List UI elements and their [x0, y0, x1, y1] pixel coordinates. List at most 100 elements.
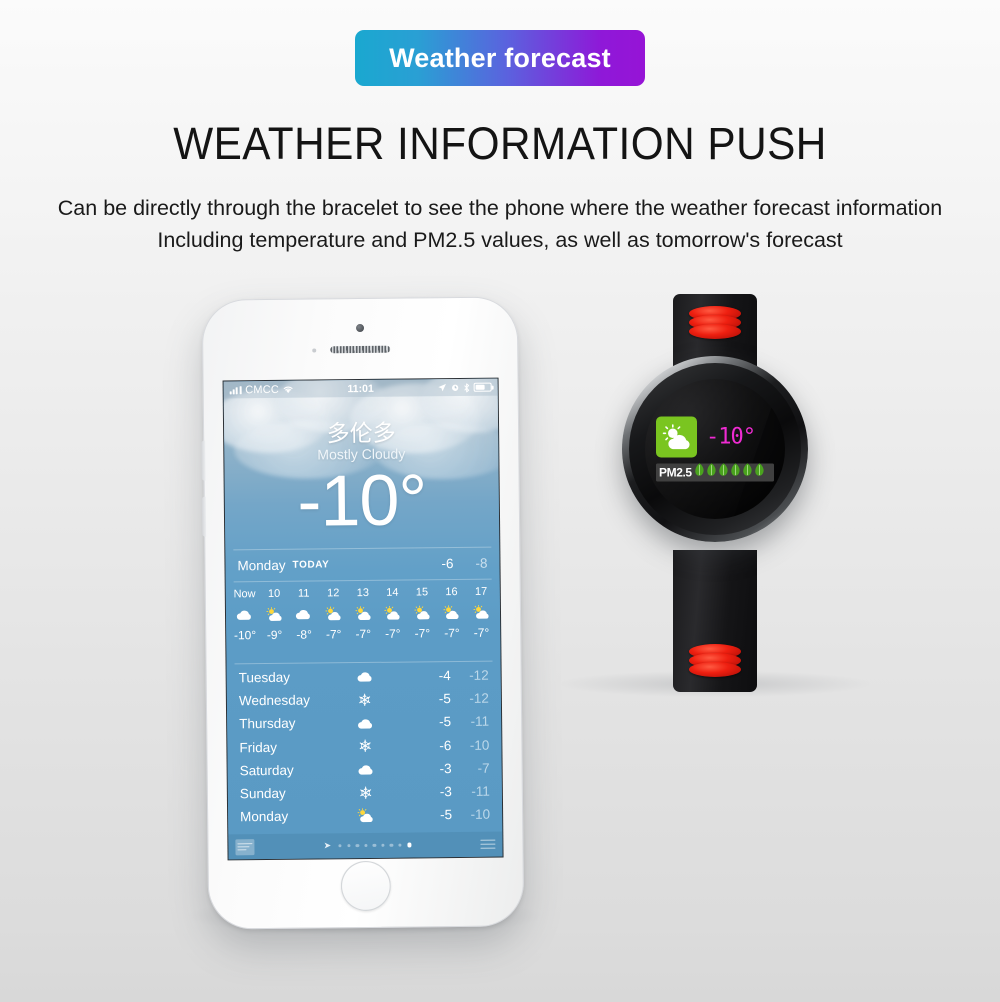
today-forecast-row[interactable]: Monday TODAY -6 -8: [225, 549, 499, 580]
leaf-icon: [742, 463, 753, 483]
day-low: -10: [470, 806, 491, 823]
sun-cloud-icon: [472, 601, 491, 623]
hour-temperature: -7°: [355, 626, 372, 642]
page-dot[interactable]: [364, 843, 368, 848]
watch-case: -10° PM2.5: [622, 356, 808, 542]
watch-temperature: -10°: [706, 424, 756, 450]
status-time: 11:01: [347, 382, 374, 395]
strap-red-accent-bottom: [689, 644, 741, 678]
hourly-forecast-item: 16 -7°: [437, 582, 467, 659]
day-label: Monday: [240, 809, 289, 825]
subtitle-line-1: Can be directly through the bracelet to …: [57, 196, 943, 220]
day-low: -7: [477, 760, 490, 776]
cloud-icon: [296, 609, 311, 620]
cloud-icon: [236, 603, 253, 625]
hour-temperature: -8°: [296, 627, 312, 642]
daily-forecast-row[interactable]: Monday -5 -10: [240, 803, 490, 829]
city-name: 多伦多: [326, 419, 396, 447]
page-dot[interactable]: [398, 843, 402, 847]
daily-forecast-row[interactable]: Sunday -3 -11: [240, 780, 490, 806]
cloud-icon: [357, 672, 372, 683]
daily-forecast-row[interactable]: Tuesday -4 -12: [239, 664, 489, 690]
page-dot[interactable]: [338, 844, 342, 848]
cloud-icon: [237, 610, 252, 620]
page-indicator-dots[interactable]: ➤: [324, 840, 412, 852]
hour-temperature: -7°: [473, 625, 490, 640]
daily-forecast-row[interactable]: Friday -6 -10: [239, 733, 489, 759]
list-icon[interactable]: [480, 839, 496, 850]
day-low: -11: [470, 714, 490, 730]
daily-forecast-row[interactable]: Saturday -3 -7: [240, 756, 490, 782]
today-low: -8: [475, 555, 488, 571]
day-high: -4: [438, 668, 451, 684]
page-dot[interactable]: [389, 843, 394, 847]
pm25-label: PM2.5: [659, 465, 692, 480]
snowflake-icon: [359, 693, 371, 706]
page-dot[interactable]: [381, 843, 385, 848]
sun-cloud-icon: [384, 605, 400, 620]
hour-temperature: -10°: [233, 628, 257, 643]
sun-cloud-icon: [344, 808, 388, 823]
cloud-icon: [295, 603, 312, 625]
product-stage: CMCC 11:01 多伦多 Mostly Cloudy -10° Monday…: [0, 276, 1000, 976]
hour-label: 17: [474, 585, 488, 598]
hourly-forecast-strip[interactable]: Now -10° 10 -9° 11 -8° 12 -7° 13 -7° 14 -7° 15 -7° 16 -…: [226, 582, 501, 662]
hour-label: 12: [327, 587, 340, 600]
hour-label: 11: [297, 587, 310, 600]
page-dot[interactable]: [346, 843, 351, 848]
day-high: -3: [439, 760, 452, 777]
sun-cloud-icon: [325, 606, 341, 621]
sun-cloud-icon: [473, 604, 489, 619]
daily-forecast-row[interactable]: Wednesday -5 -12: [239, 687, 489, 713]
hour-label: 16: [445, 586, 458, 599]
hourly-forecast-item: 17 -7°: [466, 582, 496, 659]
day-high: -5: [440, 807, 453, 823]
snowflake-icon: [360, 786, 372, 799]
sun-cloud-icon: [354, 605, 371, 620]
page-dot[interactable]: [372, 843, 377, 848]
subtitle-line-2: Including temperature and PM2.5 values, …: [157, 228, 843, 253]
current-temperature: -10°: [296, 460, 427, 542]
hourly-forecast-item: 15 -7°: [407, 582, 437, 659]
pm25-leaf-meter: [694, 463, 765, 483]
cloud-icon: [344, 763, 388, 776]
daily-forecast-row[interactable]: Thursday -5 -11: [239, 710, 489, 736]
daily-forecast-list[interactable]: Tuesday -4 -12 Wednesday -5 -12 Thursday -5 -11 F…: [227, 664, 503, 829]
sun-cloud-icon: [353, 602, 372, 624]
page-dot[interactable]: [355, 843, 359, 848]
hour-temperature: -9°: [266, 627, 283, 643]
hour-temperature: -7°: [444, 625, 460, 641]
sun-cloud-icon: [413, 601, 432, 623]
watch-strap-bottom: [673, 550, 757, 692]
home-button[interactable]: [340, 860, 392, 912]
weather-app-toolbar[interactable]: ➤: [228, 831, 503, 860]
hour-label: 14: [386, 586, 399, 599]
hourly-forecast-item: 14 -7°: [377, 583, 407, 660]
watch-screen[interactable]: -10° PM2.5: [645, 379, 785, 519]
hourly-forecast-item: 10 -9°: [259, 584, 289, 661]
sun-cloud-icon: [266, 606, 282, 621]
smart-bracelet: -10° PM2.5: [615, 286, 815, 696]
watch-weather-widget: -10° PM2.5: [656, 416, 774, 483]
hour-label: 15: [415, 586, 429, 599]
weather-channel-logo: [235, 838, 255, 855]
snowflake-icon: [359, 739, 371, 753]
day-low: -11: [471, 783, 490, 799]
day-high: -3: [439, 784, 452, 800]
leaf-icon: [754, 463, 765, 483]
sun-cloud-icon: [324, 602, 343, 624]
day-low: -10: [469, 737, 490, 753]
snowflake-icon: [343, 693, 387, 707]
battery-icon: [473, 382, 492, 392]
leaf-icon: [718, 463, 729, 483]
leaf-icon: [730, 463, 741, 483]
page-dot[interactable]: [406, 842, 412, 848]
hour-temperature: -7°: [414, 626, 431, 641]
watch-bezel: -10° PM2.5: [629, 363, 801, 535]
phone-status-bar: CMCC 11:01: [223, 378, 498, 399]
sun-cloud-icon: [443, 604, 459, 619]
cloud-icon: [343, 670, 387, 683]
day-label: Friday: [239, 739, 277, 755]
proximity-sensor-icon: [312, 348, 317, 353]
day-low: -12: [469, 690, 489, 707]
